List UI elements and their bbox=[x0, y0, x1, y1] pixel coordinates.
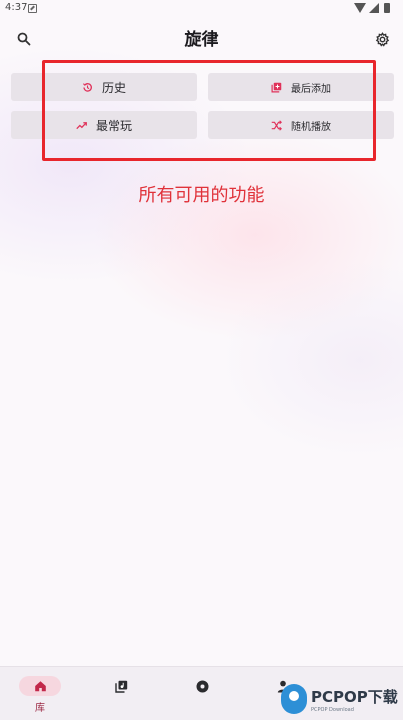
shuffle-label: 随机播放 bbox=[291, 121, 331, 133]
signal-icon bbox=[369, 3, 379, 13]
pcpop-logo-icon bbox=[281, 684, 307, 714]
album-icon bbox=[196, 680, 208, 692]
pcpop-watermark: PCPOP下载 PCPOP Download bbox=[277, 680, 401, 718]
history-icon bbox=[83, 82, 92, 92]
page-title: 旋律 bbox=[184, 30, 219, 50]
history-label: 历史 bbox=[101, 80, 126, 95]
nav-item-playlists[interactable] bbox=[81, 667, 161, 720]
most-played-button[interactable]: 最常玩 bbox=[11, 111, 197, 139]
recently-added-button[interactable]: 最后添加 bbox=[208, 73, 394, 101]
wifi-icon bbox=[354, 3, 366, 13]
nav-item-library[interactable]: 库 bbox=[0, 667, 80, 720]
battery-icon bbox=[384, 3, 390, 13]
notification-icon bbox=[28, 4, 37, 13]
gear-icon bbox=[375, 31, 389, 47]
watermark-brand: PCPOP下载 bbox=[311, 688, 398, 706]
home-icon bbox=[34, 681, 46, 692]
nav-icon-wrap bbox=[100, 676, 142, 696]
shuffle-button[interactable]: 随机播放 bbox=[208, 111, 394, 139]
status-bar: 4:37 bbox=[0, 0, 403, 18]
nav-selected-indicator bbox=[19, 676, 61, 696]
watermark-sub: PCPOP Download bbox=[311, 707, 354, 713]
shuffle-icon bbox=[271, 119, 282, 131]
trending-up-icon bbox=[76, 121, 87, 129]
playlist-icon bbox=[114, 680, 127, 693]
nav-label-library: 库 bbox=[35, 703, 45, 714]
history-button[interactable]: 历史 bbox=[11, 73, 197, 101]
library-add-icon bbox=[271, 82, 282, 92]
nav-item-albums[interactable] bbox=[162, 667, 242, 720]
recently-added-label: 最后添加 bbox=[291, 83, 331, 95]
background-gradient bbox=[0, 0, 403, 720]
annotation-caption: 所有可用的功能 bbox=[138, 185, 265, 206]
status-time: 4:37 bbox=[5, 2, 28, 13]
nav-icon-wrap bbox=[181, 676, 223, 696]
most-played-label: 最常玩 bbox=[95, 118, 132, 133]
app-bar: 旋律 bbox=[0, 20, 403, 56]
settings-button[interactable] bbox=[369, 26, 395, 52]
